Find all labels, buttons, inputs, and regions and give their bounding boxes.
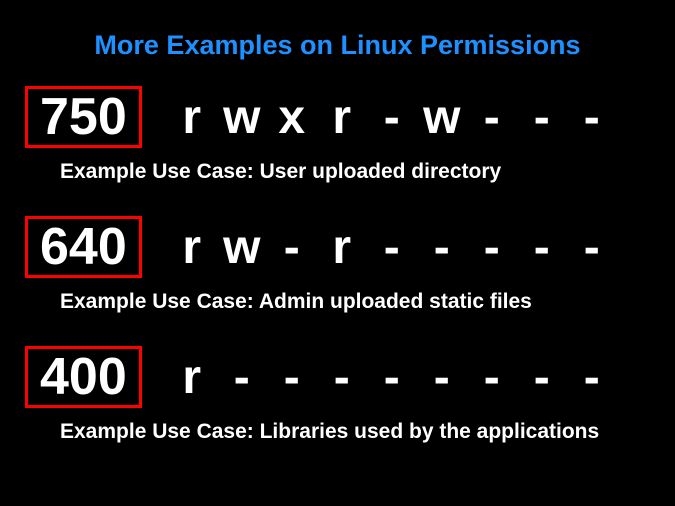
perm-char: - [567,350,617,405]
perm-char: x [267,90,317,145]
perm-char: r [167,350,217,405]
octal-value-3: 400 [40,348,127,406]
use-case-2: Example Use Case: Admin uploaded static … [0,290,675,314]
example-row-2: 640 rw-r----- [0,216,675,278]
use-case-1: Example Use Case: User uploaded director… [0,160,675,184]
perm-char: - [317,350,367,405]
octal-box-2: 640 [25,216,142,278]
perm-char: r [317,220,367,275]
perm-char: - [367,350,417,405]
example-row-3: 400 r-------- [0,346,675,408]
perm-char: - [267,350,317,405]
perm-char: - [217,350,267,405]
perm-char: w [417,90,467,145]
perm-char: - [367,220,417,275]
use-case-3: Example Use Case: Libraries used by the … [0,420,675,444]
perm-char: - [417,350,467,405]
permission-string-3: r-------- [167,350,617,405]
perm-char: r [317,90,367,145]
perm-char: - [367,90,417,145]
perm-char: - [467,350,517,405]
slide-title: More Examples on Linux Permissions [0,0,675,86]
octal-box-3: 400 [25,346,142,408]
octal-value-1: 750 [40,88,127,146]
perm-char: r [167,90,217,145]
perm-char: w [217,90,267,145]
perm-char: - [567,220,617,275]
example-row-1: 750 rwxr-w--- [0,86,675,148]
perm-char: - [467,220,517,275]
permission-string-1: rwxr-w--- [167,90,617,145]
perm-char: - [417,220,467,275]
permission-string-2: rw-r----- [167,220,617,275]
perm-char: - [517,220,567,275]
perm-char: - [517,90,567,145]
perm-char: - [467,90,517,145]
perm-char: w [217,220,267,275]
perm-char: - [517,350,567,405]
perm-char: - [267,220,317,275]
octal-box-1: 750 [25,86,142,148]
perm-char: - [567,90,617,145]
perm-char: r [167,220,217,275]
octal-value-2: 640 [40,218,127,276]
